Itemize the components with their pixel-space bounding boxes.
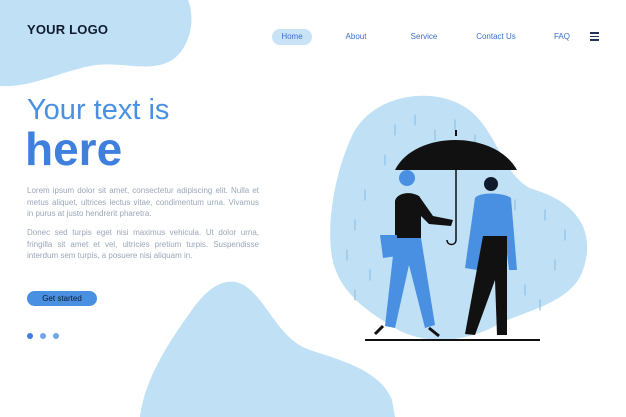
nav-faq[interactable]: FAQ <box>550 29 574 45</box>
hero-title-line2: here <box>25 123 123 175</box>
pagination-dot-3[interactable] <box>53 333 59 339</box>
hero-paragraph-1: Lorem ipsum dolor sit amet, consectetur … <box>27 186 259 218</box>
get-started-button[interactable]: Get started <box>27 291 97 306</box>
landing-page: YOUR LOGO Home About Service Contact Us … <box>0 0 626 417</box>
pagination-dot-1[interactable] <box>27 333 33 339</box>
top-nav: Home About Service Contact Us FAQ <box>0 29 626 45</box>
hamburger-menu-icon[interactable] <box>590 32 599 41</box>
hero-paragraph-2: Donec sed turpis eget nisi maximus vehic… <box>27 228 259 260</box>
top-left-blob <box>0 0 192 87</box>
illustration <box>330 95 588 341</box>
nav-service[interactable]: Service <box>404 29 444 45</box>
nav-home[interactable]: Home <box>272 29 312 45</box>
nav-contact-us[interactable]: Contact Us <box>470 29 522 45</box>
nav-about[interactable]: About <box>340 29 372 45</box>
pagination-dot-2[interactable] <box>40 333 46 339</box>
illustration-blob <box>330 95 588 340</box>
